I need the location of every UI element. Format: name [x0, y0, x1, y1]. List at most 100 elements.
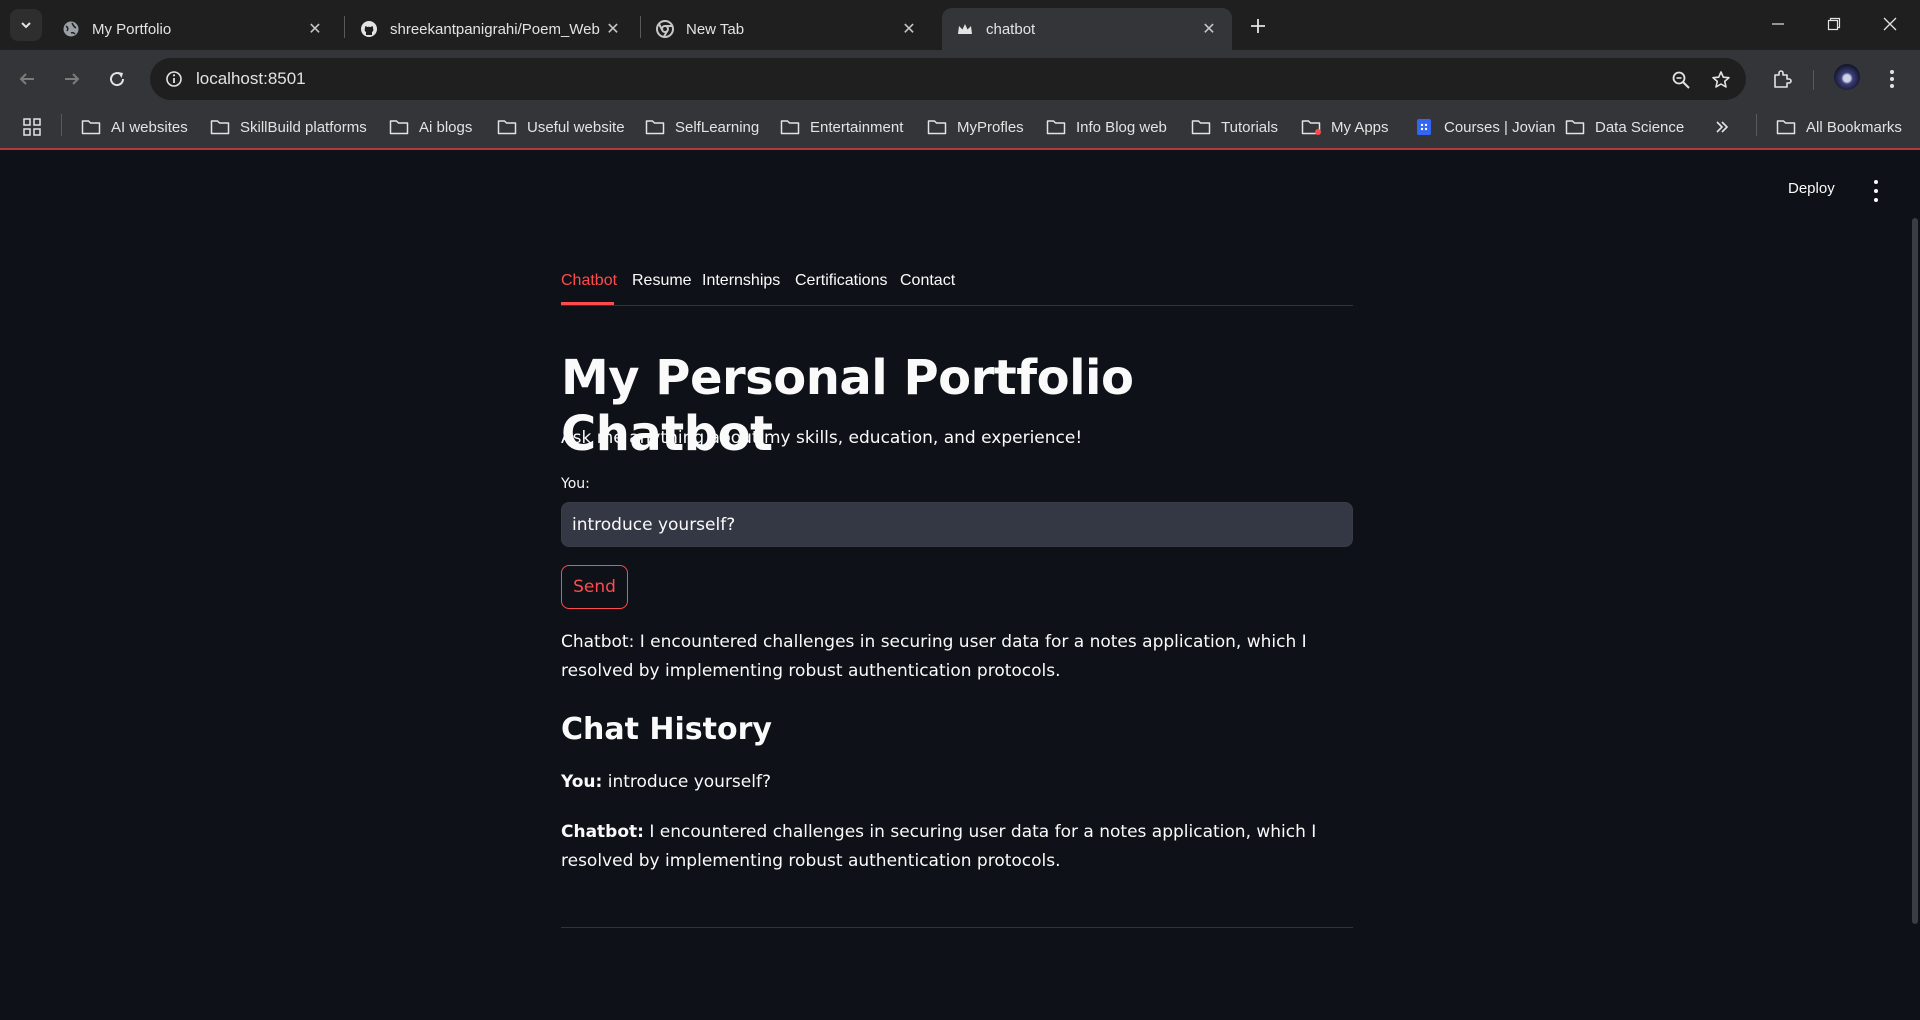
reload-button[interactable] [102, 64, 132, 94]
folder-icon [81, 118, 101, 136]
close-icon[interactable]: ✕ [604, 20, 622, 38]
close-icon [1883, 17, 1897, 31]
folder-icon [1191, 118, 1211, 136]
tab-contact[interactable]: Contact [900, 272, 955, 290]
minimize-button[interactable] [1756, 8, 1800, 40]
all-bookmarks-button[interactable]: All Bookmarks [1776, 114, 1902, 140]
send-button[interactable]: Send [561, 565, 628, 609]
tab-search-button[interactable] [10, 9, 42, 41]
page-subtitle: Ask me anything about my skills, educati… [561, 428, 1083, 448]
forward-button[interactable] [57, 64, 87, 94]
deploy-button[interactable]: Deploy [1788, 180, 1835, 197]
bookmark-item[interactable]: Ai blogs [389, 114, 472, 140]
folder-icon [389, 118, 409, 136]
bookmark-item[interactable]: Tutorials [1191, 114, 1278, 140]
bookmark-item[interactable]: My Apps [1301, 114, 1389, 140]
browser-tab-chatbot[interactable]: chatbot ✕ [942, 8, 1232, 50]
apps-icon[interactable] [22, 114, 42, 140]
bookmark-label: Entertainment [810, 118, 904, 136]
history-bot-text: I encountered challenges in securing use… [561, 822, 1317, 871]
bookmark-label: SkillBuild platforms [240, 118, 367, 136]
bookmark-item[interactable]: Useful website [497, 114, 625, 140]
bookmark-label: Useful website [527, 118, 625, 136]
browser-tab-my-portfolio[interactable]: My Portfolio ✕ [48, 8, 338, 50]
tab-certifications[interactable]: Certifications [795, 272, 887, 290]
bookmark-label: Info Blog web [1076, 118, 1167, 136]
tab-resume[interactable]: Resume [632, 272, 692, 290]
bookmark-item[interactable]: SkillBuild platforms [210, 114, 367, 140]
bookmark-label: Courses | Jovian [1444, 118, 1556, 136]
github-icon [360, 20, 378, 38]
input-label: You: [561, 476, 590, 492]
tab-chatbot[interactable]: Chatbot [561, 272, 617, 290]
bookmark-divider [1756, 114, 1757, 136]
tab-title: chatbot [986, 20, 1036, 38]
folder-icon [645, 118, 665, 136]
bookmark-item[interactable]: Info Blog web [1046, 114, 1167, 140]
close-icon[interactable]: ✕ [900, 20, 918, 38]
tab-divider [640, 16, 641, 38]
page-scrollbar[interactable] [1912, 218, 1918, 924]
folder-icon [1046, 118, 1066, 136]
active-tab-indicator [561, 302, 614, 305]
bookmark-item[interactable]: AI websites [81, 114, 188, 140]
history-user-prefix: You: [561, 772, 603, 792]
folder-icon [780, 118, 800, 136]
bookmark-label: Ai blogs [419, 118, 473, 136]
tab-strip: My Portfolio ✕ shreekantpanigrahi/Poem_W… [0, 0, 1920, 50]
folder-icon [1776, 118, 1796, 136]
bookmark-label: My Apps [1331, 118, 1389, 136]
tab-title: My Portfolio [92, 20, 172, 38]
tab-internships[interactable]: Internships [702, 272, 780, 290]
back-button[interactable] [12, 64, 42, 94]
dot-icon [1874, 198, 1878, 202]
main-menu-button[interactable] [1866, 180, 1886, 202]
chat-input[interactable] [561, 502, 1353, 547]
bookmark-item[interactable]: Entertainment [780, 114, 903, 140]
bookmark-item[interactable]: Courses | Jovian [1414, 114, 1555, 140]
url-text[interactable]: localhost:8501 [196, 69, 306, 89]
toolbar-divider [1813, 70, 1814, 90]
arrow-right-icon [65, 73, 80, 85]
bookmark-item[interactable]: MyProfles [927, 114, 1024, 140]
minimize-icon [1772, 23, 1784, 25]
extensions-icon[interactable] [1767, 64, 1797, 94]
chatbot-reply: Chatbot: I encountered challenges in sec… [561, 632, 1307, 681]
browser-tab-new-tab[interactable]: New Tab ✕ [642, 8, 932, 50]
chevron-down-icon [21, 22, 31, 29]
more-vert-icon[interactable] [1877, 64, 1907, 94]
browser-tab-github[interactable]: shreekantpanigrahi/Poem_Web ✕ [346, 8, 636, 50]
dot-icon [1874, 180, 1878, 184]
chrome-icon [656, 20, 674, 38]
zoom-icon[interactable] [1668, 67, 1694, 93]
arrow-left-icon [19, 73, 34, 85]
bookmark-label: Data Science [1595, 118, 1685, 136]
folder-icon [1301, 118, 1321, 136]
address-bar[interactable]: localhost:8501 [150, 58, 1746, 100]
history-user-message: You: introduce yourself? [561, 772, 771, 792]
folder-icon [497, 118, 517, 136]
chat-history-heading: Chat History [561, 712, 772, 747]
close-icon[interactable]: ✕ [1200, 20, 1218, 38]
restore-icon [1827, 17, 1841, 31]
more-bookmarks-button[interactable] [1714, 114, 1730, 140]
bookmark-item[interactable]: Data Science [1565, 114, 1684, 140]
bookmark-label: Tutorials [1221, 118, 1278, 136]
star-icon[interactable] [1708, 67, 1734, 93]
history-user-text: introduce yourself? [607, 772, 771, 792]
close-window-button[interactable] [1868, 8, 1912, 40]
profile-avatar[interactable] [1834, 64, 1860, 90]
tab-title: New Tab [686, 20, 745, 38]
close-icon[interactable]: ✕ [306, 20, 324, 38]
history-bot-prefix: Chatbot: [561, 822, 644, 842]
jovian-icon [1414, 118, 1434, 136]
double-chevron-right-icon [1716, 121, 1729, 133]
tab-title: shreekantpanigrahi/Poem_Web [390, 20, 600, 38]
restore-button[interactable] [1812, 8, 1856, 40]
bookmark-label: SelfLearning [675, 118, 760, 136]
new-tab-button[interactable] [1244, 12, 1272, 40]
site-info-icon[interactable] [160, 65, 188, 93]
bookmark-item[interactable]: SelfLearning [645, 114, 759, 140]
reload-icon [110, 72, 125, 87]
globe-icon [62, 20, 80, 38]
